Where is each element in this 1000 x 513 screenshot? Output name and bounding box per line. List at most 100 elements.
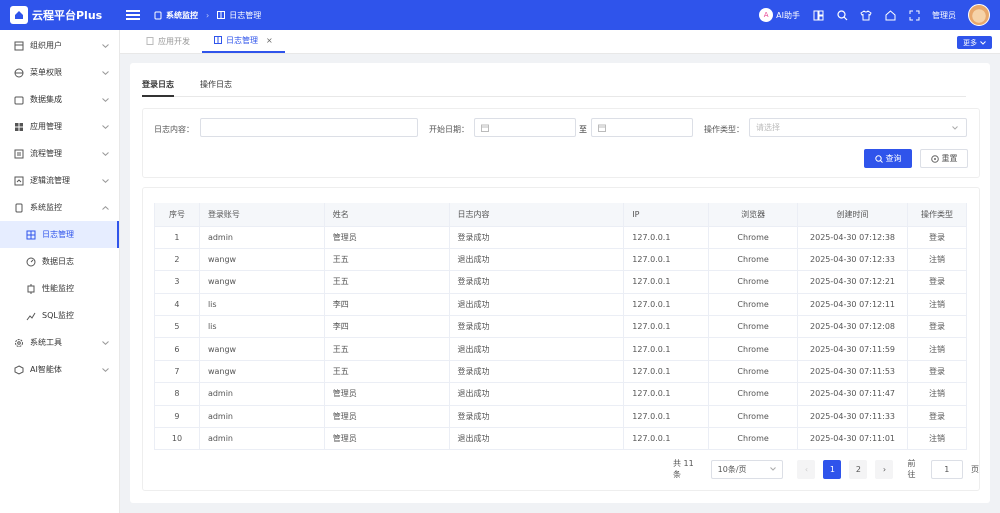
search-icon bbox=[874, 154, 883, 163]
page-size-select[interactable]: 10条/页 bbox=[710, 459, 784, 479]
home-icon[interactable] bbox=[884, 9, 896, 21]
user-name[interactable]: 管理员 bbox=[932, 10, 956, 21]
table-header-row: 序号 登录账号 姓名 日志内容 IP 浏览器 创建时间 操作类型 bbox=[154, 203, 968, 227]
table-cell: 登录 bbox=[907, 315, 968, 339]
table-cell: admin bbox=[199, 226, 325, 249]
sidebar-item-4[interactable]: 流程管理 bbox=[0, 140, 119, 167]
table-row[interactable]: 3 wangw 王五 登录成功 127.0.0.1 Chrome 2025-04-30 07… bbox=[154, 270, 968, 294]
column-header: IP bbox=[623, 203, 710, 227]
table-row[interactable]: 8 admin 管理员 退出成功 127.0.0.1 Chrome 2025-04-30 0… bbox=[154, 382, 968, 406]
reset-label: 重置 bbox=[941, 154, 958, 163]
sidebar-item-0[interactable]: 组织用户 bbox=[0, 32, 119, 59]
page-2-button[interactable]: 2 bbox=[849, 459, 868, 479]
table-cell: 2025-04-30 07:11:01 bbox=[797, 427, 908, 451]
tab-label: 应用开发 bbox=[158, 36, 190, 46]
table-cell: 2025-04-30 07:11:59 bbox=[797, 337, 908, 361]
tab-log-management[interactable]: 日志管理 × bbox=[202, 29, 285, 53]
table-row[interactable]: 6 wangw 王五 退出成功 127.0.0.1 Chrome 2025-04-30 07… bbox=[154, 337, 968, 361]
table-cell: 127.0.0.1 bbox=[623, 360, 710, 384]
table-cell: 7 bbox=[154, 360, 200, 384]
grid-icon bbox=[26, 230, 36, 240]
sidebar-item-12[interactable]: AI智能体 bbox=[0, 356, 119, 383]
goto-label: 前往 bbox=[907, 459, 916, 479]
date-range-separator: 至 bbox=[579, 125, 587, 134]
sidebar-item-10[interactable]: SQL监控 bbox=[0, 302, 119, 329]
page-size-value: 10条/页 bbox=[717, 464, 747, 474]
table-row[interactable]: 10 admin 管理员 退出成功 127.0.0.1 Chrome 2025-04-30 … bbox=[154, 427, 968, 451]
table-cell: 3 bbox=[154, 270, 200, 294]
table-cell: Chrome bbox=[708, 382, 799, 406]
table-cell: 2025-04-30 07:12:33 bbox=[797, 248, 908, 272]
top-header: 云程平台Plus 系统监控 › 日志管理 A AI助手 管理员 bbox=[0, 0, 1000, 30]
search-icon[interactable] bbox=[836, 9, 848, 21]
table-cell: wangw bbox=[199, 360, 325, 384]
goto-page-input[interactable]: 1 bbox=[930, 459, 963, 479]
prev-page-button[interactable]: ‹ bbox=[797, 459, 816, 479]
table-cell: Chrome bbox=[708, 337, 799, 361]
reset-button[interactable]: 重置 bbox=[920, 149, 968, 168]
table-cell: Chrome bbox=[708, 293, 799, 317]
ai-assistant-button[interactable]: A AI助手 bbox=[759, 8, 800, 22]
file-icon bbox=[146, 37, 154, 45]
sidebar-item-1[interactable]: 菜单权限 bbox=[0, 59, 119, 86]
table-row[interactable]: 4 lis 李四 退出成功 127.0.0.1 Chrome 2025-04-30 07:1… bbox=[154, 293, 968, 317]
close-icon[interactable]: × bbox=[266, 36, 273, 45]
table-cell: 2025-04-30 07:12:38 bbox=[797, 226, 908, 249]
end-date-input[interactable] bbox=[591, 118, 693, 137]
next-page-button[interactable]: › bbox=[875, 459, 894, 479]
app-name: 云程平台Plus bbox=[32, 9, 103, 22]
fullscreen-icon[interactable] bbox=[908, 9, 920, 21]
sidebar-item-9[interactable]: 性能监控 bbox=[0, 275, 119, 302]
column-header: 登录账号 bbox=[199, 203, 325, 227]
tab-login-log[interactable]: 登录日志 bbox=[142, 79, 174, 97]
sidebar-item-8[interactable]: 数据日志 bbox=[0, 248, 119, 275]
breadcrumb-separator: › bbox=[206, 10, 210, 20]
log-content-input[interactable] bbox=[200, 118, 418, 137]
table-cell: 李四 bbox=[324, 293, 450, 317]
table-cell: 登录成功 bbox=[449, 315, 625, 339]
sidebar-item-7[interactable]: 日志管理 bbox=[0, 221, 119, 248]
tab-operation-log[interactable]: 操作日志 bbox=[200, 79, 232, 97]
pagination: 共 11 条 10条/页 ‹ 1 2 › 前往 1 页 bbox=[673, 459, 979, 479]
gear-icon bbox=[14, 338, 24, 348]
table-cell: 退出成功 bbox=[449, 248, 625, 272]
table-cell: 127.0.0.1 bbox=[623, 293, 710, 317]
table-row[interactable]: 7 wangw 王五 登录成功 127.0.0.1 Chrome 2025-04-30 07… bbox=[154, 360, 968, 384]
more-button[interactable]: 更多 bbox=[957, 36, 992, 49]
table-cell: 注销 bbox=[907, 293, 968, 317]
chevron-down-icon bbox=[770, 467, 777, 471]
start-date-input[interactable] bbox=[474, 118, 576, 137]
sidebar-item-2[interactable]: 数据集成 bbox=[0, 86, 119, 113]
sidebar-item-5[interactable]: 逻辑流管理 bbox=[0, 167, 119, 194]
theme-shirt-icon[interactable] bbox=[860, 9, 872, 21]
breadcrumb-item-1[interactable]: 系统监控 bbox=[166, 10, 198, 21]
table-cell: 登录成功 bbox=[449, 226, 625, 249]
table-row[interactable]: 9 admin 管理员 登录成功 127.0.0.1 Chrome 2025-04-30 0… bbox=[154, 405, 968, 429]
globe-icon bbox=[14, 68, 24, 78]
operation-type-select[interactable]: 请选择 bbox=[749, 118, 967, 137]
table-cell: 王五 bbox=[324, 337, 450, 361]
menu-toggle-icon[interactable] bbox=[126, 10, 140, 20]
app-logo[interactable]: 云程平台Plus bbox=[0, 6, 120, 24]
table-cell: 9 bbox=[154, 405, 200, 429]
page-1-button[interactable]: 1 bbox=[823, 459, 842, 479]
tab-app-dev[interactable]: 应用开发 bbox=[134, 29, 202, 53]
table-cell: 127.0.0.1 bbox=[623, 226, 710, 249]
sidebar-item-label: 数据日志 bbox=[42, 257, 74, 266]
user-avatar[interactable] bbox=[968, 4, 990, 26]
chevron-down-icon bbox=[101, 339, 109, 347]
monitor-icon bbox=[154, 11, 162, 19]
main-card: 登录日志 操作日志 日志内容： 开始日期： 至 操作类型： 请选择 查询 重置 bbox=[130, 63, 990, 503]
query-button[interactable]: 查询 bbox=[864, 149, 912, 168]
sidebar-item-3[interactable]: 应用管理 bbox=[0, 113, 119, 140]
table-row[interactable]: 5 lis 李四 登录成功 127.0.0.1 Chrome 2025-04-30 07:1… bbox=[154, 315, 968, 339]
table-row[interactable]: 2 wangw 王五 退出成功 127.0.0.1 Chrome 2025-04-30 07… bbox=[154, 248, 968, 272]
chevron-down-icon bbox=[980, 40, 986, 45]
table-cell: 127.0.0.1 bbox=[623, 427, 710, 451]
table-cell: 登录成功 bbox=[449, 270, 625, 294]
table-cell: 登录 bbox=[907, 405, 968, 429]
layout-icon[interactable] bbox=[812, 9, 824, 21]
sidebar-item-6[interactable]: 系统监控 bbox=[0, 194, 119, 221]
table-row[interactable]: 1 admin 管理员 登录成功 127.0.0.1 Chrome 2025-04-30 0… bbox=[154, 226, 968, 249]
sidebar-item-11[interactable]: 系统工具 bbox=[0, 329, 119, 356]
